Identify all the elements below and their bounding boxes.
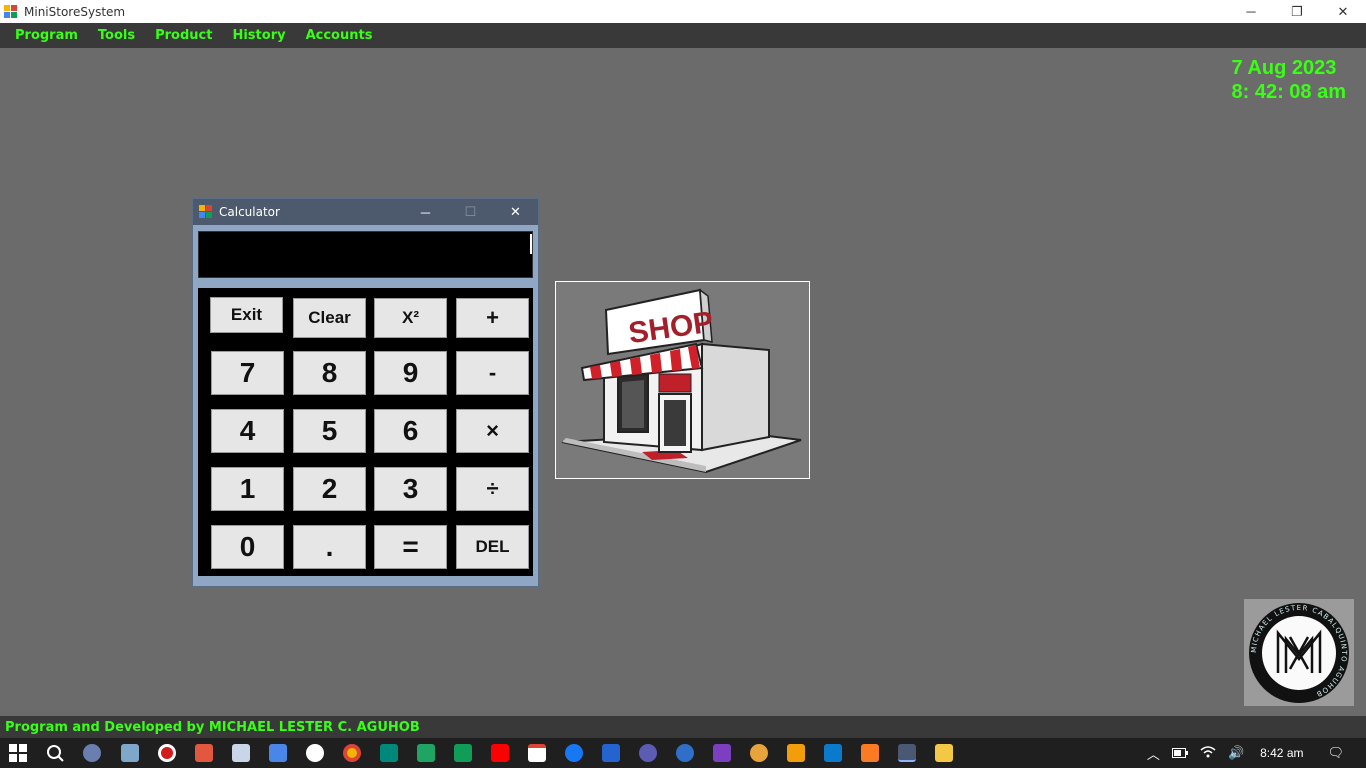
calculator-title: Calculator — [219, 205, 280, 219]
plus-button[interactable]: + — [456, 298, 529, 338]
shop-image: SHOP — [555, 281, 810, 479]
volume-icon[interactable]: 🔊 — [1228, 745, 1244, 761]
equals-button[interactable]: = — [374, 525, 447, 569]
clock: 7 Aug 2023 8: 42: 08 am — [1231, 56, 1346, 104]
app-icon[interactable] — [639, 744, 657, 762]
key-9[interactable]: 9 — [374, 351, 447, 395]
exit-button[interactable]: Exit — [210, 297, 283, 333]
calculator-keypad: Exit Clear X² + 7 8 9 - 4 5 6 × 1 2 3 ÷ … — [198, 288, 533, 576]
app-icon[interactable] — [898, 744, 916, 762]
search-icon[interactable] — [46, 744, 64, 762]
wifi-icon[interactable] — [1200, 745, 1216, 762]
menu-bar: Program Tools Product History Accounts — [0, 23, 1366, 48]
footer-bar: Program and Developed by MICHAEL LESTER … — [0, 716, 1366, 738]
key-5[interactable]: 5 — [293, 409, 366, 453]
key-0[interactable]: 0 — [211, 525, 284, 569]
app-icon[interactable] — [195, 744, 213, 762]
google-icon[interactable] — [306, 744, 324, 762]
meet-icon[interactable] — [380, 744, 398, 762]
calculator-window: Calculator ─ ☐ ✕ Exit Clear X² + 7 8 9 -… — [192, 198, 539, 587]
sublime-icon[interactable] — [787, 744, 805, 762]
xampp-icon[interactable] — [861, 744, 879, 762]
key-7[interactable]: 7 — [211, 351, 284, 395]
file-explorer-icon[interactable] — [935, 744, 953, 762]
calculator-maximize-button: ☐ — [464, 204, 477, 219]
taskbar: ︿ 🔊 8:42 am 🗨 — [0, 738, 1366, 768]
todo-icon[interactable] — [602, 744, 620, 762]
menu-accounts[interactable]: Accounts — [296, 28, 383, 43]
gmail-icon[interactable] — [528, 744, 546, 762]
minimize-button[interactable]: ─ — [1228, 0, 1274, 23]
menu-product[interactable]: Product — [145, 28, 222, 43]
decimal-button[interactable]: . — [293, 525, 366, 569]
clock-time: 8: 42: 08 am — [1231, 81, 1346, 103]
menu-tools[interactable]: Tools — [88, 28, 145, 43]
drive-icon[interactable] — [417, 744, 435, 762]
key-8[interactable]: 8 — [293, 351, 366, 395]
footer-credit: Program and Developed by MICHAEL LESTER … — [5, 719, 420, 735]
menu-history[interactable]: History — [222, 28, 295, 43]
clock-date: 7 Aug 2023 — [1231, 57, 1337, 79]
record-icon[interactable] — [158, 744, 176, 762]
display-cursor — [530, 234, 532, 254]
restore-button[interactable]: ❐ — [1274, 0, 1320, 23]
notifications-icon[interactable]: 🗨 — [1327, 745, 1344, 761]
visual-studio-icon[interactable] — [713, 744, 731, 762]
close-button[interactable]: ✕ — [1320, 0, 1366, 23]
facebook-icon[interactable] — [565, 744, 583, 762]
youtube-icon[interactable] — [491, 744, 509, 762]
translate-icon[interactable] — [269, 744, 287, 762]
monitor-icon[interactable] — [121, 744, 139, 762]
square-button[interactable]: X² — [374, 298, 447, 338]
minus-button[interactable]: - — [456, 351, 529, 395]
multiply-button[interactable]: × — [456, 409, 529, 453]
chrome-icon[interactable] — [343, 744, 361, 762]
app-icon[interactable] — [676, 744, 694, 762]
key-1[interactable]: 1 — [211, 467, 284, 511]
clear-button[interactable]: Clear — [293, 298, 366, 338]
calculator-minimize-button[interactable]: ─ — [403, 199, 448, 225]
developer-logo: MICHAEL LESTER CABALQUINTO AGUHOB — [1244, 599, 1354, 706]
calculator-display[interactable] — [198, 231, 533, 278]
divide-button[interactable]: ÷ — [456, 467, 529, 511]
windows-start-icon[interactable] — [9, 744, 27, 762]
menu-program[interactable]: Program — [5, 28, 88, 43]
app-icon — [4, 4, 18, 19]
app-titlebar: MiniStoreSystem ─ ❐ ✕ — [0, 0, 1366, 23]
delete-button[interactable]: DEL — [456, 525, 529, 569]
calculator-close-button[interactable]: ✕ — [493, 199, 538, 225]
vscode-icon[interactable] — [824, 744, 842, 762]
settings-icon[interactable] — [83, 744, 101, 762]
key-2[interactable]: 2 — [293, 467, 366, 511]
sheets-icon[interactable] — [454, 744, 472, 762]
calculator-titlebar: Calculator ─ ☐ ✕ — [193, 199, 538, 225]
key-3[interactable]: 3 — [374, 467, 447, 511]
key-6[interactable]: 6 — [374, 409, 447, 453]
calculator-app-icon — [199, 205, 213, 219]
app-icon[interactable] — [750, 744, 768, 762]
taskbar-clock[interactable]: 8:42 am — [1260, 746, 1303, 760]
key-4[interactable]: 4 — [211, 409, 284, 453]
notepad-icon[interactable] — [232, 744, 250, 762]
system-tray: ︿ 🔊 8:42 am 🗨 — [1141, 738, 1366, 768]
app-title: MiniStoreSystem — [24, 4, 126, 19]
chevron-up-icon[interactable]: ︿ — [1147, 744, 1160, 763]
battery-icon[interactable] — [1171, 746, 1188, 761]
